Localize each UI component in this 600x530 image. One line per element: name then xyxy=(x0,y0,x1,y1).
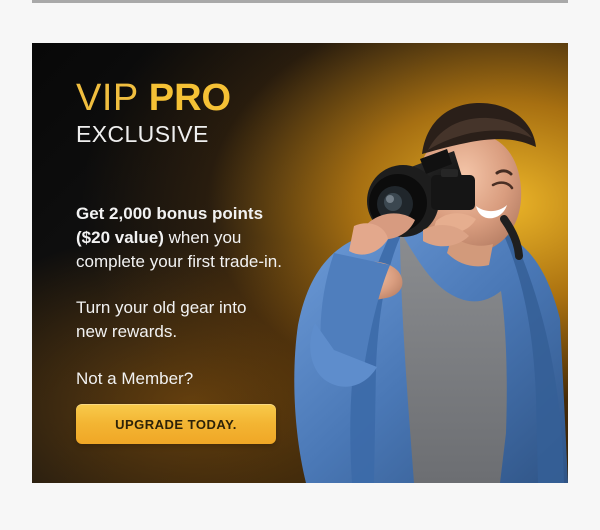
top-divider xyxy=(32,0,568,3)
bonus-points-text: Get 2,000 bonus points xyxy=(76,204,264,223)
upgrade-today-button[interactable]: UPGRADE TODAY. xyxy=(76,404,276,444)
offer-line-2-rest: when you xyxy=(163,228,242,247)
vip-title-word: VIP xyxy=(76,77,139,119)
vip-pro-promo-banner: VIP PRO EXCLUSIVE Get 2,000 bonus points… xyxy=(32,43,568,483)
value-text: ($20 value) xyxy=(76,228,164,247)
photographer-image xyxy=(282,43,568,483)
pro-title-word: PRO xyxy=(148,77,232,119)
photographer-illustration xyxy=(294,102,568,483)
